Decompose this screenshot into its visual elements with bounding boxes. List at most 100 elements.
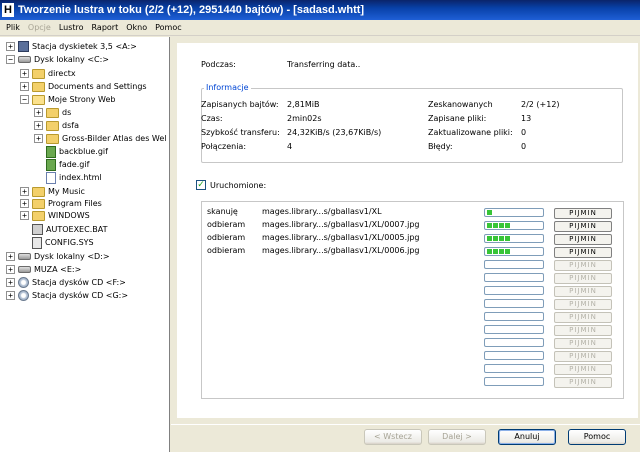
collapse-icon[interactable]: − [6,55,15,64]
expand-icon[interactable]: + [34,108,43,117]
tree-node-label: Gross-Bilder Atlas des Wel [62,134,167,143]
expand-icon[interactable]: + [20,199,29,208]
skip-transfer-button[interactable]: PIJMIN [554,299,612,310]
expand-icon[interactable]: + [6,42,15,51]
status-label: Podczas: [201,60,236,69]
transfer-progress-bar [484,273,544,282]
info-field-value: 2min02s [287,114,322,123]
transfer-action: odbieram [207,246,246,255]
tree-node-label: CONFIG.SYS [45,238,94,247]
cancel-button[interactable]: Anuluj [498,429,556,445]
menu-opcje[interactable]: Opcje [24,23,55,32]
tree-node[interactable]: + Stacja dysków CD <G:> [6,289,128,302]
tree-node[interactable]: + directx [20,67,76,80]
app-icon: H [2,3,14,17]
tree-node[interactable]: + Gross-Bilder Atlas des Wel [34,132,167,145]
transfer-progress-bar [484,312,544,321]
info-field-label: Zapisane pliki: [428,114,487,123]
tree-node[interactable]: − Moje Strony Web [20,93,116,106]
expand-icon[interactable]: + [20,211,29,220]
tree-node[interactable]: + WINDOWS [20,209,90,222]
next-button[interactable]: Dalej > [428,429,486,445]
progress-segment [493,249,498,254]
progress-segment [487,210,492,215]
menu-bar: Plik Opcje Lustro Raport Okno Pomoc [0,20,640,36]
transfer-progress-bar [484,299,544,308]
tree-node-label: Dysk lokalny <C:> [34,55,110,64]
tree-node-label: MUZA <E:> [34,265,82,274]
progress-segment [499,236,504,241]
skip-transfer-button[interactable]: PIJMIN [554,260,612,271]
tree-node[interactable]: + dsfa [34,119,79,132]
skip-transfer-button[interactable]: PIJMIN [554,351,612,362]
cd-icon [18,277,29,288]
tree-node-label: directx [48,69,76,78]
folder-icon [32,68,45,79]
directory-tree[interactable]: + Stacja dyskietek 3,5 <A:> − Dysk lokalny … [0,37,170,452]
skip-transfer-button[interactable]: PIJMIN [554,208,612,219]
skip-transfer-button[interactable]: PIJMIN [554,325,612,336]
tree-node[interactable]: + Documents and Settings [20,80,147,93]
tree-node[interactable]: CONFIG.SYS [20,236,94,249]
expand-icon[interactable]: + [34,121,43,130]
folder-open-icon [32,94,45,105]
tree-node[interactable]: index.html [34,171,102,184]
tree-node-label: dsfa [62,121,79,130]
back-button[interactable]: < Wstecz [364,429,422,445]
skip-transfer-button[interactable]: PIJMIN [554,364,612,375]
skip-transfer-button[interactable]: PIJMIN [554,312,612,323]
tree-node-label: Documents and Settings [48,82,147,91]
folder-icon [32,198,45,209]
transfer-url: mages.library...s/gballasv1/XL/0005.jpg [262,233,420,242]
cd-icon [18,290,29,301]
running-label: Uruchomione: [210,181,267,190]
progress-segment [505,249,510,254]
info-field-value: 24,32KiB/s (23,67KiB/s) [287,128,382,137]
expand-icon[interactable]: + [6,265,15,274]
info-field-label: Zaktualizowane pliki: [428,128,513,137]
transfer-progress-bar [484,221,544,230]
skip-transfer-button[interactable]: PIJMIN [554,273,612,284]
menu-pomoc[interactable]: Pomoc [151,23,186,32]
menu-lustro[interactable]: Lustro [55,23,88,32]
menu-raport[interactable]: Raport [88,23,123,32]
progress-segment [505,223,510,228]
collapse-icon[interactable]: − [20,95,29,104]
tree-node-label: fade.gif [59,160,90,169]
tree-node[interactable]: fade.gif [34,158,89,171]
tree-node[interactable]: AUTOEXEC.BAT [20,223,107,236]
expand-icon[interactable]: + [6,278,15,287]
menu-plik[interactable]: Plik [2,23,24,32]
skip-transfer-button[interactable]: PIJMIN [554,286,612,297]
transfer-progress-bar [484,286,544,295]
skip-transfer-button[interactable]: PIJMIN [554,247,612,258]
tree-node[interactable]: − Dysk lokalny <C:> [6,53,109,66]
info-field-value: 0 [521,142,527,151]
expand-icon[interactable]: + [20,82,29,91]
expand-icon[interactable]: + [20,187,29,196]
help-button[interactable]: Pomoc [568,429,626,445]
skip-transfer-button[interactable]: PIJMIN [554,377,612,388]
running-checkbox[interactable]: ✓ [196,180,206,190]
expand-icon[interactable]: + [34,134,43,143]
skip-transfer-button[interactable]: PIJMIN [554,221,612,232]
progress-segment [505,236,510,241]
expand-icon[interactable]: + [20,69,29,78]
tree-node[interactable]: + Stacja dysków CD <F:> [6,276,126,289]
transfer-progress-bar [484,338,544,347]
skip-transfer-button[interactable]: PIJMIN [554,338,612,349]
skip-transfer-button[interactable]: PIJMIN [554,234,612,245]
tree-node[interactable]: backblue.gif [34,145,108,158]
tree-node[interactable]: + Dysk lokalny <D:> [6,250,110,263]
expand-icon[interactable]: + [6,291,15,300]
progress-segment [487,223,492,228]
expand-icon[interactable]: + [6,252,15,261]
transfer-action: odbieram [207,233,246,242]
tree-node[interactable]: + Stacja dyskietek 3,5 <A:> [6,40,137,53]
tree-node[interactable]: + ds [34,106,71,119]
menu-okno[interactable]: Okno [122,23,151,32]
tree-node[interactable]: + MUZA <E:> [6,263,81,276]
